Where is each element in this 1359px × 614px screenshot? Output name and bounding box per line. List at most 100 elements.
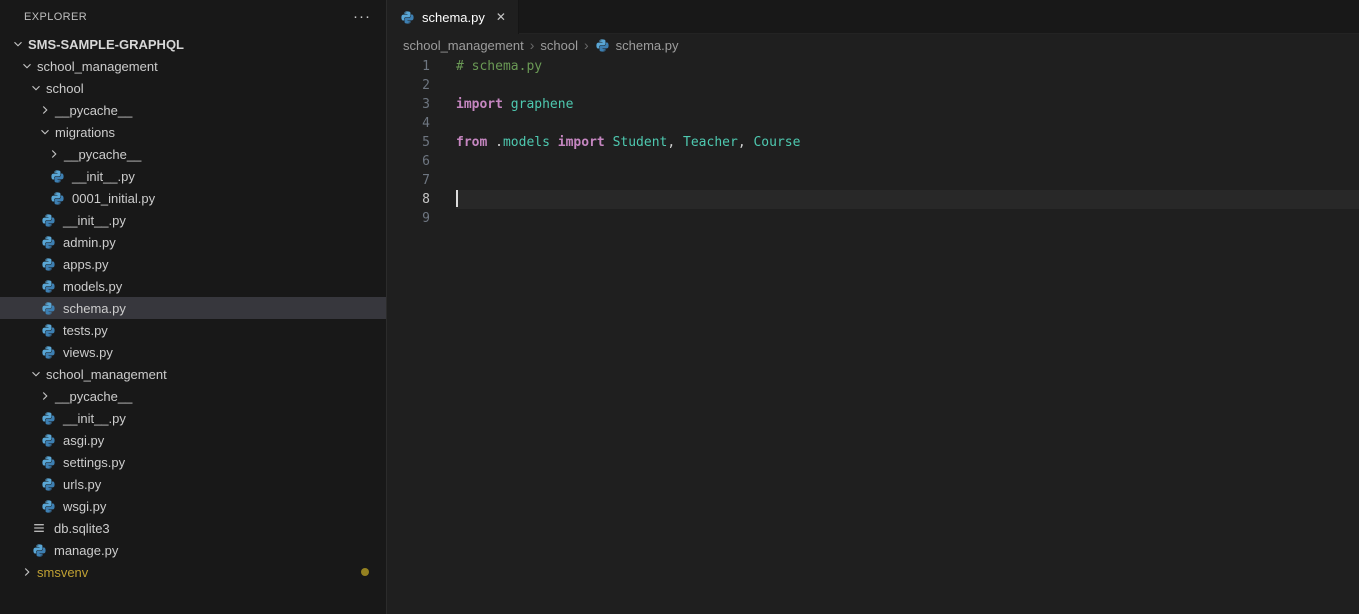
python-icon [399, 9, 415, 25]
code-line-9: 9 [387, 209, 1359, 228]
python-icon [40, 256, 56, 272]
code-line-content [456, 171, 1359, 190]
tree-item-label: asgi.py [61, 433, 104, 448]
tree-item-label: tests.py [61, 323, 108, 338]
python-icon [40, 410, 56, 426]
python-icon [49, 168, 65, 184]
token-type: Teacher [683, 135, 738, 150]
code-line-6: 6 [387, 152, 1359, 171]
python-icon [49, 190, 65, 206]
file-tree: SMS-SAMPLE-GRAPHQLschool_managementschoo… [0, 33, 386, 583]
tree-item-label: 0001_initial.py [70, 191, 155, 206]
tree-item-views-py[interactable]: views.py [0, 341, 386, 363]
python-icon [40, 344, 56, 360]
token-type: Course [753, 135, 800, 150]
python-icon [40, 476, 56, 492]
token-keyword: import [456, 97, 503, 112]
tree-item-schema-py[interactable]: schema.py [0, 297, 386, 319]
tree-item--pycache-[interactable]: __pycache__ [0, 143, 386, 165]
vscode-window: EXPLORER ··· SMS-SAMPLE-GRAPHQLschool_ma… [0, 0, 1359, 614]
code-line-7: 7 [387, 171, 1359, 190]
token-comment: # schema.py [456, 59, 542, 74]
code-line-8: 8 [387, 190, 1359, 209]
token-type: models [503, 135, 550, 150]
code-line-content: from .models import Student, Teacher, Co… [456, 133, 1359, 152]
tree-item-migrations[interactable]: migrations [0, 121, 386, 143]
explorer-title: EXPLORER [24, 11, 353, 23]
tree-item-urls-py[interactable]: urls.py [0, 473, 386, 495]
chevron-right-icon [37, 388, 53, 404]
token-punct: , [738, 135, 746, 150]
breadcrumb: school_management › school › schema.py [387, 34, 1359, 56]
close-icon[interactable]: ✕ [496, 10, 506, 24]
tree-item-label: views.py [61, 345, 113, 360]
tree-item-label: __pycache__ [62, 147, 141, 162]
tree-item-school[interactable]: school [0, 77, 386, 99]
tree-item-label: migrations [53, 125, 115, 140]
chevron-down-icon [10, 36, 26, 52]
tree-item-admin-py[interactable]: admin.py [0, 231, 386, 253]
tree-item-label: school [44, 81, 84, 96]
breadcrumb-item[interactable]: school_management [403, 38, 524, 53]
code-line-5: 5from .models import Student, Teacher, C… [387, 133, 1359, 152]
line-number: 9 [387, 209, 430, 228]
tree-item-label: models.py [61, 279, 122, 294]
token-keyword: import [558, 135, 605, 150]
python-icon [40, 432, 56, 448]
database-icon [31, 520, 47, 536]
code-line-content [456, 209, 1359, 228]
tree-item-db-sqlite3[interactable]: db.sqlite3 [0, 517, 386, 539]
tree-item-label: urls.py [61, 477, 101, 492]
token-plain [605, 135, 613, 150]
breadcrumb-item[interactable]: schema.py [616, 38, 679, 53]
chevron-down-icon [28, 80, 44, 96]
editor-group: schema.py ✕ school_management›school›sch… [387, 0, 1359, 614]
tree-item-label: schema.py [61, 301, 126, 316]
line-number: 1 [387, 57, 430, 76]
tree-item--init-py[interactable]: __init__.py [0, 407, 386, 429]
tree-item-sms-sample-graphql[interactable]: SMS-SAMPLE-GRAPHQL [0, 33, 386, 55]
tree-item-school-management[interactable]: school_management [0, 363, 386, 385]
python-icon [40, 498, 56, 514]
code-line-content: import graphene [456, 95, 1359, 114]
tree-item-models-py[interactable]: models.py [0, 275, 386, 297]
code-line-4: 4 [387, 114, 1359, 133]
breadcrumb-separator-icon: › [584, 37, 589, 53]
tree-item-manage-py[interactable]: manage.py [0, 539, 386, 561]
tree-item-tests-py[interactable]: tests.py [0, 319, 386, 341]
tree-item-settings-py[interactable]: settings.py [0, 451, 386, 473]
breadcrumb-separator-icon: › [530, 37, 535, 53]
tree-item--init-py[interactable]: __init__.py [0, 165, 386, 187]
code-line-content [456, 190, 1359, 209]
token-plain [503, 97, 511, 112]
tree-item--pycache-[interactable]: __pycache__ [0, 99, 386, 121]
tree-item-0001-initial-py[interactable]: 0001_initial.py [0, 187, 386, 209]
line-number: 2 [387, 76, 430, 95]
tree-item-school-management[interactable]: school_management [0, 55, 386, 77]
tree-item--init-py[interactable]: __init__.py [0, 209, 386, 231]
chevron-down-icon [19, 58, 35, 74]
python-icon [595, 38, 610, 53]
tree-item-asgi-py[interactable]: asgi.py [0, 429, 386, 451]
tree-item-label: db.sqlite3 [52, 521, 110, 536]
more-actions-icon[interactable]: ··· [353, 12, 371, 22]
tree-item-label: school_management [44, 367, 167, 382]
code-editor[interactable]: 1# schema.py23import graphene45from .mod… [387, 56, 1359, 614]
tab-bar: schema.py ✕ [387, 0, 1359, 34]
tree-item--pycache-[interactable]: __pycache__ [0, 385, 386, 407]
tree-item-label: wsgi.py [61, 499, 106, 514]
tree-item-smsvenv[interactable]: smsvenv [0, 561, 386, 583]
token-plain [487, 135, 495, 150]
tab-schema-py[interactable]: schema.py ✕ [387, 0, 519, 34]
tree-item-wsgi-py[interactable]: wsgi.py [0, 495, 386, 517]
python-icon [40, 234, 56, 250]
text-cursor [456, 190, 458, 207]
line-number: 7 [387, 171, 430, 190]
token-keyword: from [456, 135, 487, 150]
breadcrumb-item[interactable]: school [540, 38, 578, 53]
tree-item-apps-py[interactable]: apps.py [0, 253, 386, 275]
python-icon [31, 542, 47, 558]
token-punct: , [667, 135, 675, 150]
python-icon [40, 322, 56, 338]
token-type: graphene [511, 97, 574, 112]
